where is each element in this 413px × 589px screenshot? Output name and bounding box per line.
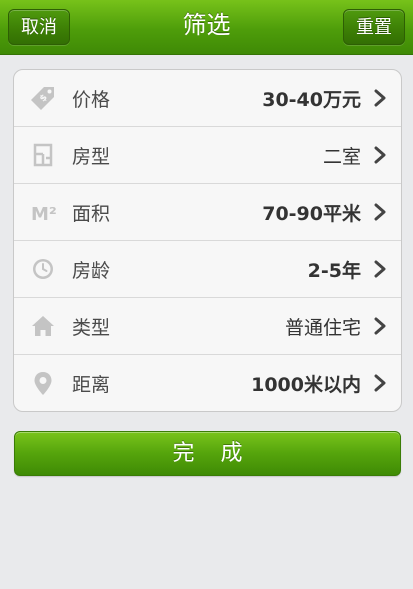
filter-row-distance[interactable]: 距离 1000米以内 (14, 354, 401, 411)
chevron-right-icon (374, 374, 386, 392)
chevron-right-icon (374, 317, 386, 335)
filter-label-area: 面积 (72, 202, 111, 225)
chevron-right-icon (374, 260, 386, 278)
filter-row-property-type[interactable]: 类型 普通住宅 (14, 297, 401, 354)
filter-value-price: 30-40万元 (262, 88, 361, 111)
filter-row-area[interactable]: M² 面积 70-90平米 (14, 183, 401, 240)
house-icon (32, 316, 54, 336)
filter-label-house-age: 房龄 (72, 259, 111, 282)
filter-label-property-type: 类型 (72, 316, 111, 339)
location-pin-icon (34, 372, 52, 395)
done-button[interactable]: 完成 (14, 431, 401, 476)
price-tag-icon: $ (31, 87, 54, 110)
clock-icon (33, 259, 53, 279)
square-meter-icon: M² (31, 204, 57, 225)
reset-button[interactable]: 重置 (343, 9, 405, 45)
filter-row-house-age[interactable]: 房龄 2-5年 (14, 240, 401, 297)
filter-value-property-type: 普通住宅 (284, 316, 361, 339)
chevron-right-icon (374, 146, 386, 164)
square-meter-icon-text: M² (31, 204, 57, 225)
filter-row-price[interactable]: $ 价格 30-40万元 (14, 70, 401, 126)
filter-value-house-age: 2-5年 (307, 259, 361, 282)
chevron-right-icon (374, 203, 386, 221)
floor-plan-icon (33, 143, 53, 167)
filter-label-price: 价格 (72, 88, 111, 111)
top-nav-bar: 取消 筛选 重置 (0, 0, 413, 55)
filter-row-room-type[interactable]: 房型 二室 (14, 126, 401, 183)
filter-list: $ 价格 30-40万元 房型 二室 M² 面积 70-90平米 房龄 2-5年… (13, 69, 402, 412)
filter-label-room-type: 房型 (72, 145, 111, 168)
chevron-right-icon (374, 89, 386, 107)
filter-value-room-type: 二室 (322, 145, 361, 168)
filter-label-distance: 距离 (72, 373, 111, 396)
filter-value-area: 70-90平米 (262, 202, 361, 225)
filter-value-distance: 1000米以内 (251, 373, 361, 396)
